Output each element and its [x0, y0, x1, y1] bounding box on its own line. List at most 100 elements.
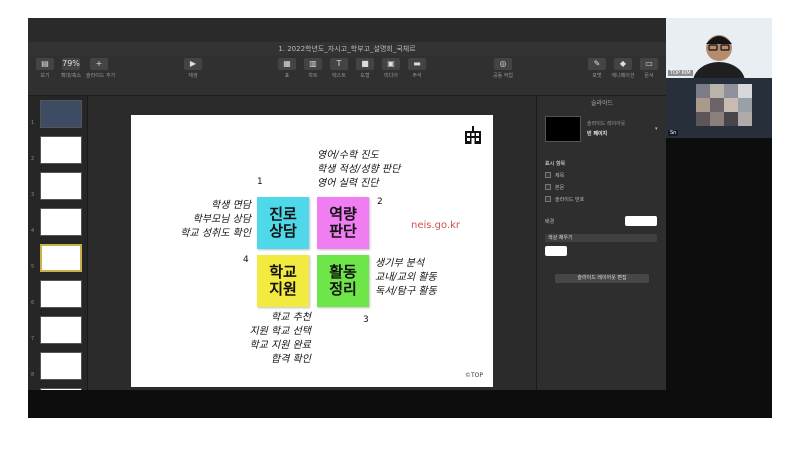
checkbox-title[interactable] [545, 172, 551, 178]
slide-thumbnail-number: 2 [31, 156, 35, 162]
toolbar: ▤ 보기 79% 확대/축소 + 슬라이드 추가 ▶ 재생 ▦ 표 ▥ 차트 T 텍스트 ■ 도형 ▣ 미디어 ▬ 주… [28, 56, 666, 96]
notes-left: 학생 면담 학부모님 상담 학교 성취도 확인 [180, 200, 251, 239]
toolbar-comment-button[interactable]: ▬ 주석 [404, 58, 430, 79]
keynote-window: 1. 2022학년도_자시고_학부고_설명회_국체르 ▤ 보기 79% 확대/축소 + 슬… [28, 18, 666, 390]
window-title: 1. 2022학년도_자시고_학부고_설명회_국체르 [28, 42, 666, 56]
layout-value[interactable]: 빈 페이지 [587, 130, 607, 137]
participant-name: TOP KIM [668, 70, 693, 76]
toolbar-sidebar-button[interactable]: ▤ 보기 [32, 58, 58, 79]
play-icon: ▶ [184, 58, 202, 70]
edit-layout-button[interactable]: 슬라이드 레이아웃 편집 [555, 274, 649, 283]
layout-label: 슬라이드 레이아웃 [587, 121, 626, 127]
format-icon: ✎ [588, 58, 606, 70]
neis-link[interactable]: neis.go.kr [411, 220, 460, 231]
toolbar-play-button[interactable]: ▶ 재생 [180, 58, 206, 79]
chart-icon: ▥ [304, 58, 322, 70]
toolbar-animate-button[interactable]: ◆ 애니메이션 [610, 58, 636, 79]
slide-thumbnail-number: 8 [31, 372, 35, 378]
toolbar-label: 텍스트 [332, 73, 346, 79]
slide-canvas-area[interactable]: 진로 상담 역량 판단 학교 지원 활동 정리 1 2 3 4 영어/수학 진도… [88, 96, 536, 390]
slide-thumbnail[interactable] [40, 208, 82, 236]
toolbar-label: 도형 [360, 73, 370, 79]
toolbar-label: 주석 [412, 73, 422, 79]
fill-color-swatch[interactable] [545, 246, 567, 256]
card-activity-summary: 활동 정리 [317, 255, 369, 307]
toolbar-label: 공동 작업 [493, 73, 513, 79]
slide-thumbnail[interactable] [40, 388, 82, 390]
slide-thumbnail-number: 7 [31, 336, 35, 342]
slide-thumbnail-number: 3 [31, 192, 35, 198]
sidebar-icon: ▤ [36, 58, 54, 70]
toolbar-chart-button[interactable]: ▥ 차트 [300, 58, 326, 79]
step-number-1: 1 [257, 177, 263, 187]
toolbar-document-button[interactable]: ▭ 문서 [636, 58, 662, 79]
animate-icon: ◆ [614, 58, 632, 70]
collab-icon: ◎ [494, 58, 512, 70]
participant-video-2[interactable]: Sn [666, 78, 772, 138]
copyright-text: ©TOP [464, 372, 483, 379]
toolbar-label: 슬라이드 추가 [86, 73, 116, 79]
media-icon: ▣ [382, 58, 400, 70]
shape-icon: ■ [356, 58, 374, 70]
slide[interactable]: 진로 상담 역량 판단 학교 지원 활동 정리 1 2 3 4 영어/수학 진도… [131, 115, 493, 387]
slide-thumbnail[interactable] [40, 280, 82, 308]
slide-thumbnail[interactable] [40, 352, 82, 380]
card-career-counseling: 진로 상담 [257, 197, 309, 249]
toolbar-label: 애니메이션 [611, 73, 635, 79]
school-icon [465, 126, 481, 144]
step-number-4: 4 [243, 255, 249, 265]
checkbox-slide-number-label: 슬라이드 번호 [555, 197, 585, 203]
slide-navigator[interactable]: 123456789 [28, 96, 88, 390]
slide-thumbnail-number: 4 [31, 228, 35, 234]
notes-top: 영어/수학 진도 학생 적성/성향 판단 영어 실력 진단 [317, 150, 401, 189]
toolbar-plus-button[interactable]: + 슬라이드 추가 [86, 58, 116, 79]
layout-preview[interactable] [545, 116, 581, 142]
slide-thumbnail[interactable] [40, 316, 82, 344]
notes-bottom: 학교 추천 지원 학교 선택 학교 지원 완료 합격 확인 [249, 312, 311, 365]
checkbox-slide-number[interactable] [545, 196, 551, 202]
participant-name: Sn [668, 130, 679, 136]
inspector-panel: 슬라이드 슬라이드 레이아웃 빈 페이지 ▾ 표시 항목 제목 본문 슬라이드 … [536, 96, 666, 390]
slide-thumbnail[interactable] [40, 172, 82, 200]
toolbar-label: 미디어 [384, 73, 398, 79]
table-icon: ▦ [278, 58, 296, 70]
plus-icon: + [90, 58, 108, 70]
toolbar-collab-button[interactable]: ◎ 공동 작업 [490, 58, 516, 79]
display-items-header: 표시 항목 [545, 161, 566, 167]
toolbar-label: 확대/축소 [60, 73, 82, 79]
participant-video-1[interactable]: TOP KIM [666, 18, 772, 102]
toolbar-table-button[interactable]: ▦ 표 [274, 58, 300, 79]
step-number-2: 2 [377, 197, 383, 207]
comment-icon: ▬ [408, 58, 426, 70]
card-ability-assessment: 역량 판단 [317, 197, 369, 249]
toolbar-media-button[interactable]: ▣ 미디어 [378, 58, 404, 79]
toolbar-label: 보기 [40, 73, 50, 79]
background-label: 배경 [545, 219, 555, 225]
checkbox-title-label: 제목 [555, 173, 565, 179]
toolbar-shape-button[interactable]: ■ 도형 [352, 58, 378, 79]
slide-thumbnail[interactable] [40, 136, 82, 164]
toolbar-text-button[interactable]: T 텍스트 [326, 58, 352, 79]
toolbar-label: 재생 [188, 73, 198, 79]
blurred-video-icon [696, 84, 752, 126]
document-icon: ▭ [640, 58, 658, 70]
toolbar-zoom-button[interactable]: 79% 확대/축소 [58, 58, 84, 79]
notes-right: 생기부 분석 교내/교외 활동 독서/탐구 활동 [375, 258, 437, 297]
checkbox-body-label: 본문 [555, 185, 565, 191]
fill-type-select[interactable]: 색상 채우기 [545, 234, 657, 242]
slide-thumbnail[interactable] [40, 100, 82, 128]
toolbar-label: 차트 [308, 73, 318, 79]
background-color-swatch[interactable] [625, 216, 657, 226]
person-avatar-icon [693, 35, 745, 102]
zoom-icon: 79% [62, 58, 80, 70]
slide-thumbnail[interactable] [40, 244, 82, 272]
card-school-application: 학교 지원 [257, 255, 309, 307]
toolbar-format-button[interactable]: ✎ 포맷 [584, 58, 610, 79]
slide-thumbnail-number: 5 [31, 264, 35, 270]
toolbar-label: 포맷 [592, 73, 602, 79]
slide-thumbnail-number: 6 [31, 300, 35, 306]
step-number-3: 3 [363, 315, 369, 325]
checkbox-body[interactable] [545, 184, 551, 190]
chevron-down-icon[interactable]: ▾ [655, 126, 658, 132]
slide-thumbnail-number: 1 [31, 120, 35, 126]
